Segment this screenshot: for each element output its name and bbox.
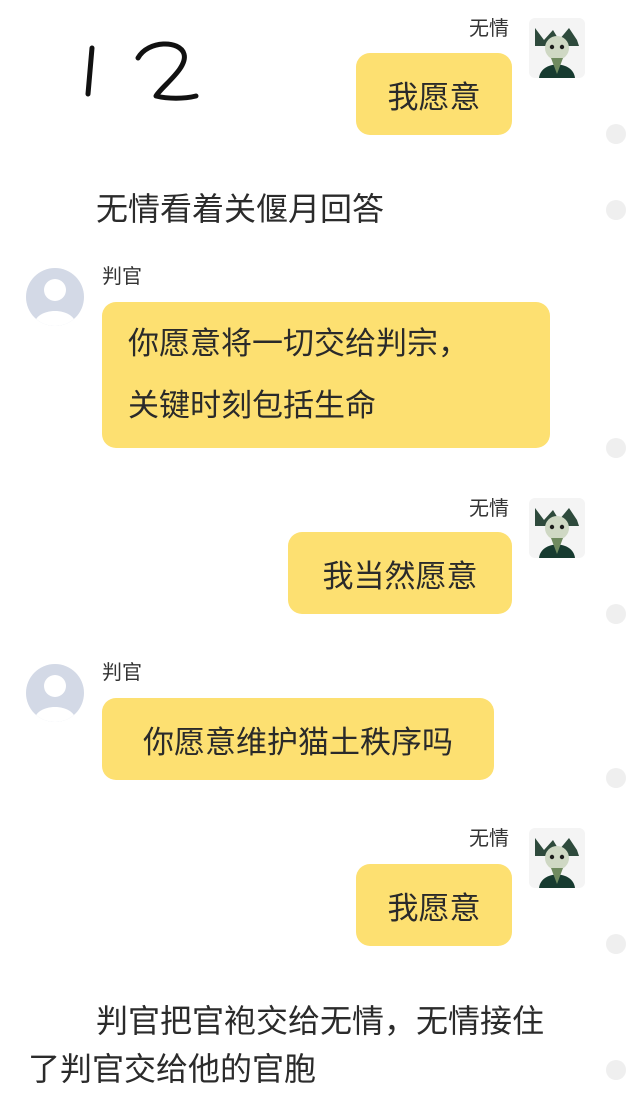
cat-character-avatar-icon[interactable]: [529, 18, 585, 78]
message-line: 关键时刻包括生命: [128, 388, 376, 424]
narration-text: 判官把官袍交给无情，无情接住: [96, 1002, 545, 1040]
select-circle[interactable]: [606, 934, 626, 954]
message-bubble[interactable]: 你愿意维护猫土秩序吗: [102, 698, 494, 780]
cat-character-avatar-icon[interactable]: [529, 498, 585, 558]
message-bubble[interactable]: 我愿意: [356, 864, 512, 946]
sender-name: 无情: [469, 16, 509, 40]
default-user-avatar-icon[interactable]: [26, 664, 84, 722]
default-user-avatar-icon[interactable]: [26, 268, 84, 326]
select-circle[interactable]: [606, 438, 626, 458]
sender-name: 判官: [102, 660, 142, 684]
cat-character-avatar-icon[interactable]: [529, 828, 585, 888]
message-bubble[interactable]: 我当然愿意: [288, 532, 512, 614]
handwritten-page-number: [76, 36, 206, 108]
sender-name: 无情: [469, 826, 509, 850]
sender-name: 判官: [102, 264, 142, 288]
select-circle[interactable]: [606, 1060, 626, 1080]
narration-text: 了判官交给他的官胞: [28, 1050, 317, 1088]
sender-name: 无情: [469, 496, 509, 520]
select-circle[interactable]: [606, 768, 626, 788]
message-line: 你愿意将一切交给判宗，: [128, 326, 469, 362]
select-circle[interactable]: [606, 200, 626, 220]
narration-text: 无情看着关偃月回答: [96, 190, 385, 228]
message-bubble[interactable]: 你愿意将一切交给判宗， 关键时刻包括生命: [102, 302, 550, 448]
message-bubble[interactable]: 我愿意: [356, 53, 512, 135]
select-circle[interactable]: [606, 604, 626, 624]
select-circle[interactable]: [606, 124, 626, 144]
